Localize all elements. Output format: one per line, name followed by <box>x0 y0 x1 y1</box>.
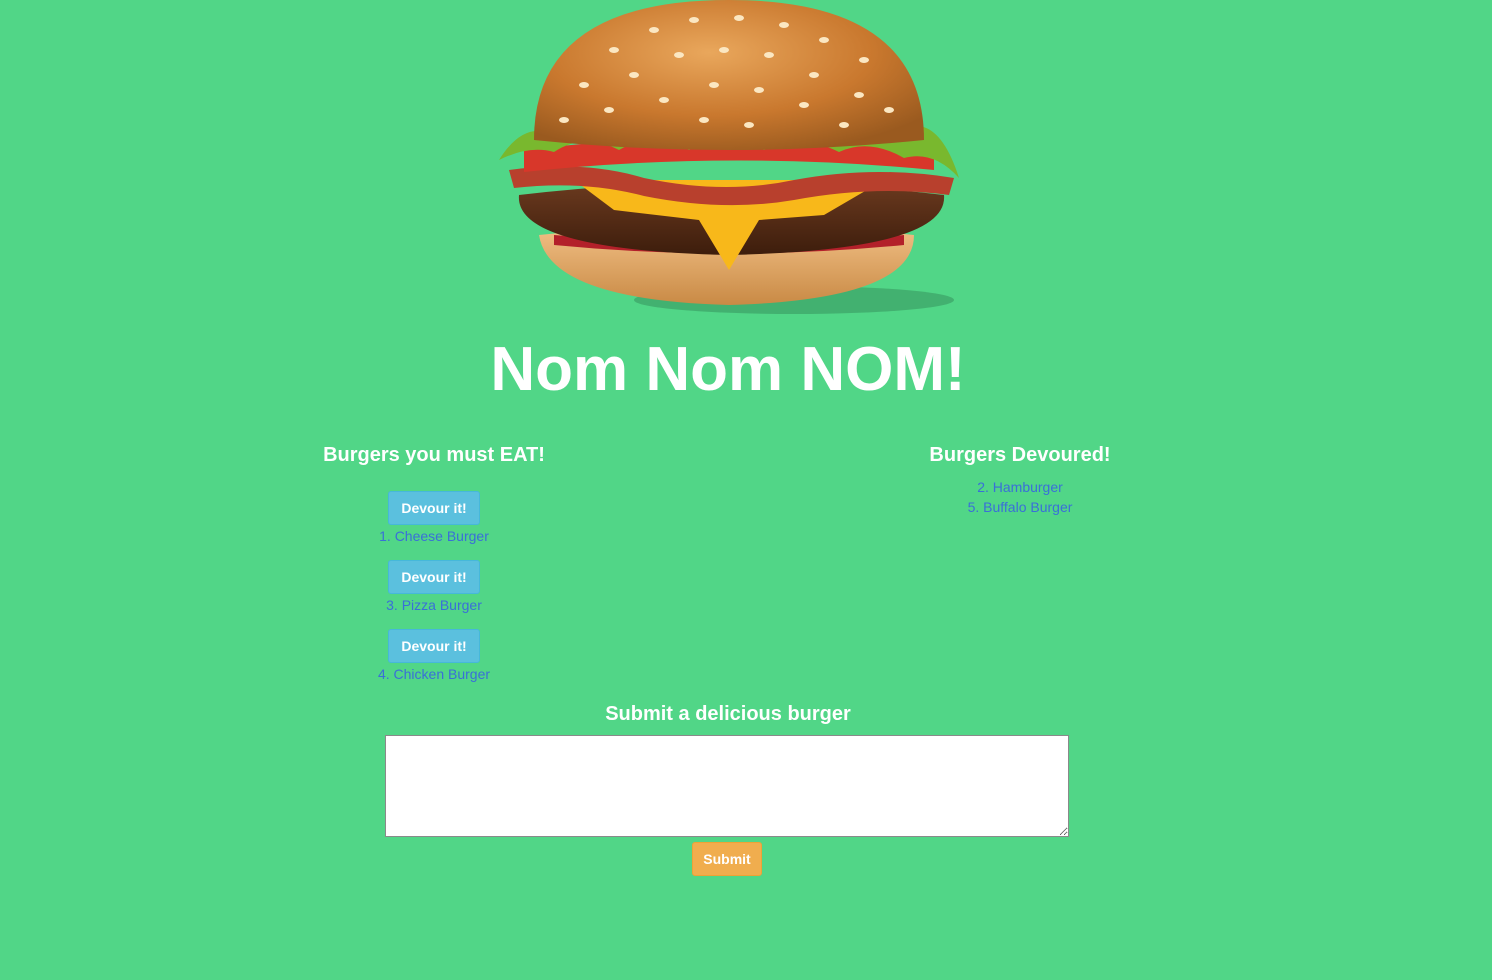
submit-heading: Submit a delicious burger <box>605 703 851 725</box>
devour-button[interactable]: Devour it! <box>388 491 480 525</box>
devoured-item: 2. Hamburger <box>977 479 1063 495</box>
eat-section-heading: Burgers you must EAT! <box>323 444 545 466</box>
burger-image <box>499 0 959 314</box>
page: Nom Nom NOM! Burgers you must EAT! Burge… <box>0 0 1492 980</box>
burger-name: 4. Chicken Burger <box>377 666 491 682</box>
devoured-list: 2. Hamburger 5. Buffalo Burger <box>820 477 1220 517</box>
devoured-item: 5. Buffalo Burger <box>967 499 1073 515</box>
devour-button[interactable]: Devour it! <box>388 560 480 594</box>
submit-button[interactable]: Submit <box>692 842 762 876</box>
devour-button[interactable]: Devour it! <box>388 629 480 663</box>
list-item: Devour it! 1. Cheese Burger <box>234 491 634 545</box>
list-item: Devour it! 4. Chicken Burger <box>234 629 634 683</box>
devoured-section-heading: Burgers Devoured! <box>929 444 1111 466</box>
burger-name: 3. Pizza Burger <box>386 597 482 613</box>
burger-name: 1. Cheese Burger <box>379 528 489 544</box>
list-item: Devour it! 3. Pizza Burger <box>234 560 634 614</box>
page-title: Nom Nom NOM! <box>490 335 966 404</box>
burger-textarea[interactable] <box>385 735 1069 837</box>
